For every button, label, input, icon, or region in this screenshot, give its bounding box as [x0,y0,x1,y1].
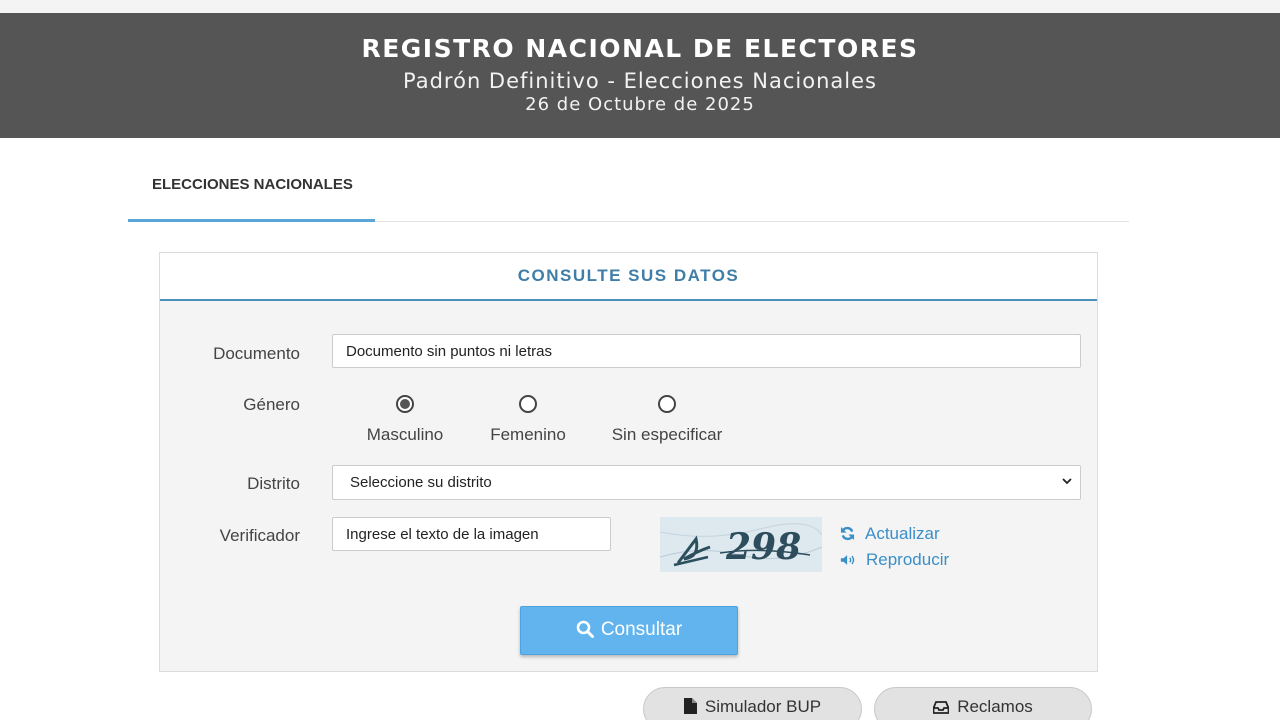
distrito-label: Distrito [247,474,300,493]
radio-label-femenino: Femenino [490,425,566,444]
radio-masculino[interactable] [396,395,414,413]
radio-femenino[interactable] [519,395,537,413]
volume-icon [840,555,855,565]
verificador-input[interactable]: Ingrese el texto de la imagen [332,517,611,551]
documento-input[interactable]: Documento sin puntos ni letras [332,334,1081,368]
captcha-drawing: 298 [660,523,822,568]
header-banner: REGISTRO NACIONAL DE ELECTORES Padrón De… [0,13,1280,138]
documento-label: Documento [213,344,300,363]
consulta-panel: CONSULTE SUS DATOS Documento Documento s… [159,252,1098,672]
reclamos-label: Reclamos [957,697,1033,716]
refresh-captcha-label: Actualizar [865,524,940,543]
refresh-icon [840,526,855,541]
genero-label: Género [243,395,300,414]
audio-captcha-label: Reproducir [866,550,950,569]
top-strip [0,0,1280,13]
consultar-button[interactable]: Consultar [520,606,738,655]
election-date: 26 de Octubre de 2025 [525,94,755,115]
page-title: REGISTRO NACIONAL DE ELECTORES [361,34,919,63]
captcha-image: 298 [660,517,822,572]
distrito-selected-value: Seleccione su distrito [350,474,492,491]
search-icon [576,620,594,638]
radio-label-sin-especificar: Sin especificar [611,425,723,444]
verificador-label: Verificador [219,526,300,545]
panel-title: CONSULTE SUS DATOS [517,266,740,285]
radio-sin-especificar[interactable] [658,395,676,413]
inbox-icon [932,701,950,714]
radio-label-masculino: Masculino [366,425,444,444]
reclamos-button[interactable]: Reclamos [874,687,1092,720]
radio-option-masculino[interactable]: Masculino [355,395,455,445]
radio-option-sin-especificar[interactable]: Sin especificar [597,395,737,445]
tab-elecciones-nacionales[interactable]: ELECCIONES NACIONALES [128,160,375,222]
panel-header: CONSULTE SUS DATOS [160,253,1097,301]
page-subtitle: Padrón Definitivo - Elecciones Nacionale… [403,69,877,93]
audio-captcha-link[interactable]: Reproducir [840,550,949,570]
simulador-bup-button[interactable]: Simulador BUP [643,687,862,720]
captcha-text: 298 [725,526,801,568]
tab-bar: ELECCIONES NACIONALES [128,160,1129,222]
file-icon [683,698,697,714]
chevron-down-icon [1062,478,1072,485]
refresh-captcha-link[interactable]: Actualizar [840,524,940,544]
simulador-bup-label: Simulador BUP [704,697,822,716]
consultar-label: Consultar [600,619,683,640]
radio-option-femenino[interactable]: Femenino [478,395,578,445]
distrito-select[interactable]: Seleccione su distrito [332,465,1081,500]
